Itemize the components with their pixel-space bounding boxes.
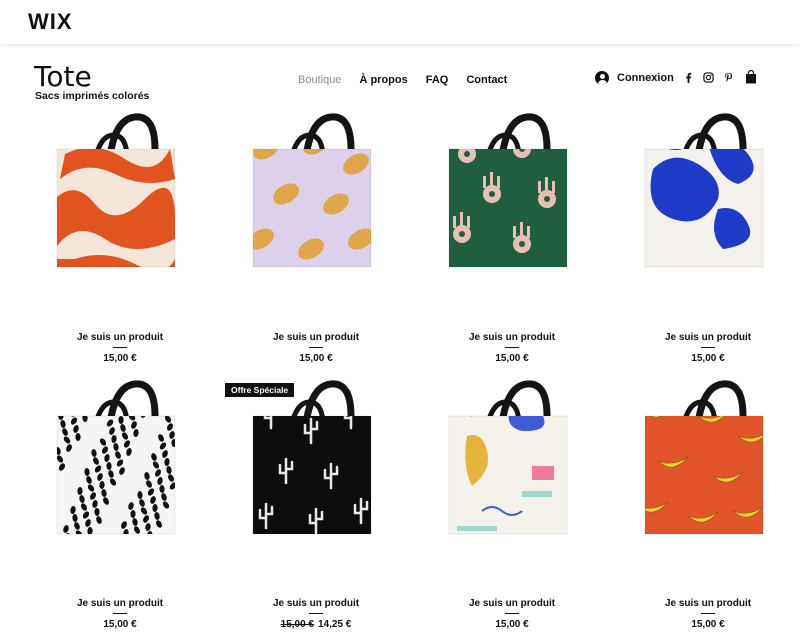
name-price-divider xyxy=(701,347,715,348)
name-price-divider xyxy=(113,347,127,348)
pinterest-icon[interactable] xyxy=(723,72,734,83)
name-price-divider xyxy=(505,347,519,348)
nav-item-boutique[interactable]: Boutique xyxy=(298,74,341,86)
product-current-price: 15,00 € xyxy=(691,619,725,630)
login-label: Connexion xyxy=(617,72,674,84)
product-name[interactable]: Je suis un produit xyxy=(35,332,205,343)
wix-top-bar: WIX xyxy=(0,0,800,44)
product-current-price: 15,00 € xyxy=(299,353,333,364)
product-old-price: 15,00 € xyxy=(280,619,314,630)
name-price-divider xyxy=(701,613,715,614)
product-price: 15,00 € xyxy=(427,619,597,630)
product-name[interactable]: Je suis un produit xyxy=(623,332,793,343)
product-image[interactable] xyxy=(427,376,597,546)
product-name[interactable]: Je suis un produit xyxy=(623,598,793,609)
product-price: 15,00 € xyxy=(623,619,793,630)
facebook-icon[interactable] xyxy=(683,72,694,83)
product-current-price: 14,25 € xyxy=(318,619,352,630)
product-image[interactable] xyxy=(623,376,793,546)
site-container: Tote Sacs imprimés colorés Boutique À pr… xyxy=(0,44,800,644)
login-button[interactable]: Connexion xyxy=(595,71,674,85)
name-price-divider xyxy=(113,613,127,614)
product-price: 15,00 € xyxy=(231,353,401,364)
product-current-price: 15,00 € xyxy=(691,353,725,364)
product-image[interactable] xyxy=(427,109,597,279)
product-name[interactable]: Je suis un produit xyxy=(35,598,205,609)
product-current-price: 15,00 € xyxy=(495,619,529,630)
product-name[interactable]: Je suis un produit xyxy=(427,598,597,609)
nav-item-contact[interactable]: Contact xyxy=(466,74,507,86)
product-price: 15,00 € xyxy=(35,619,205,630)
name-price-divider xyxy=(505,613,519,614)
product-name[interactable]: Je suis un produit xyxy=(231,598,401,609)
product-price: 15,00 € xyxy=(427,353,597,364)
product-price: 15,00 € xyxy=(35,353,205,364)
product-image[interactable] xyxy=(623,109,793,279)
product-current-price: 15,00 € xyxy=(495,353,529,364)
product-image[interactable] xyxy=(35,376,205,546)
name-price-divider xyxy=(309,347,323,348)
product-name[interactable]: Je suis un produit xyxy=(231,332,401,343)
site-title[interactable]: Tote xyxy=(34,60,92,93)
name-price-divider xyxy=(309,613,323,614)
product-price: 15,00 € xyxy=(623,353,793,364)
nav-item-faq[interactable]: FAQ xyxy=(426,74,449,86)
instagram-icon[interactable] xyxy=(703,72,714,83)
product-image[interactable] xyxy=(35,109,205,279)
special-offer-badge: Offre Spéciale xyxy=(225,383,295,397)
product-current-price: 15,00 € xyxy=(103,619,137,630)
product-name[interactable]: Je suis un produit xyxy=(427,332,597,343)
product-current-price: 15,00 € xyxy=(103,353,137,364)
main-nav: Boutique À propos FAQ Contact xyxy=(298,74,507,86)
site-subtitle: Sacs imprimés colorés xyxy=(35,90,150,102)
product-image[interactable] xyxy=(231,376,401,546)
social-bar xyxy=(683,72,734,83)
shopping-bag-icon[interactable] xyxy=(745,70,757,84)
wix-logo[interactable]: WIX xyxy=(28,9,73,35)
product-price: 15,00 € 14,25 € xyxy=(231,619,401,630)
product-image[interactable] xyxy=(231,109,401,279)
nav-item-a-propos[interactable]: À propos xyxy=(359,74,407,86)
user-avatar-icon xyxy=(595,71,609,85)
